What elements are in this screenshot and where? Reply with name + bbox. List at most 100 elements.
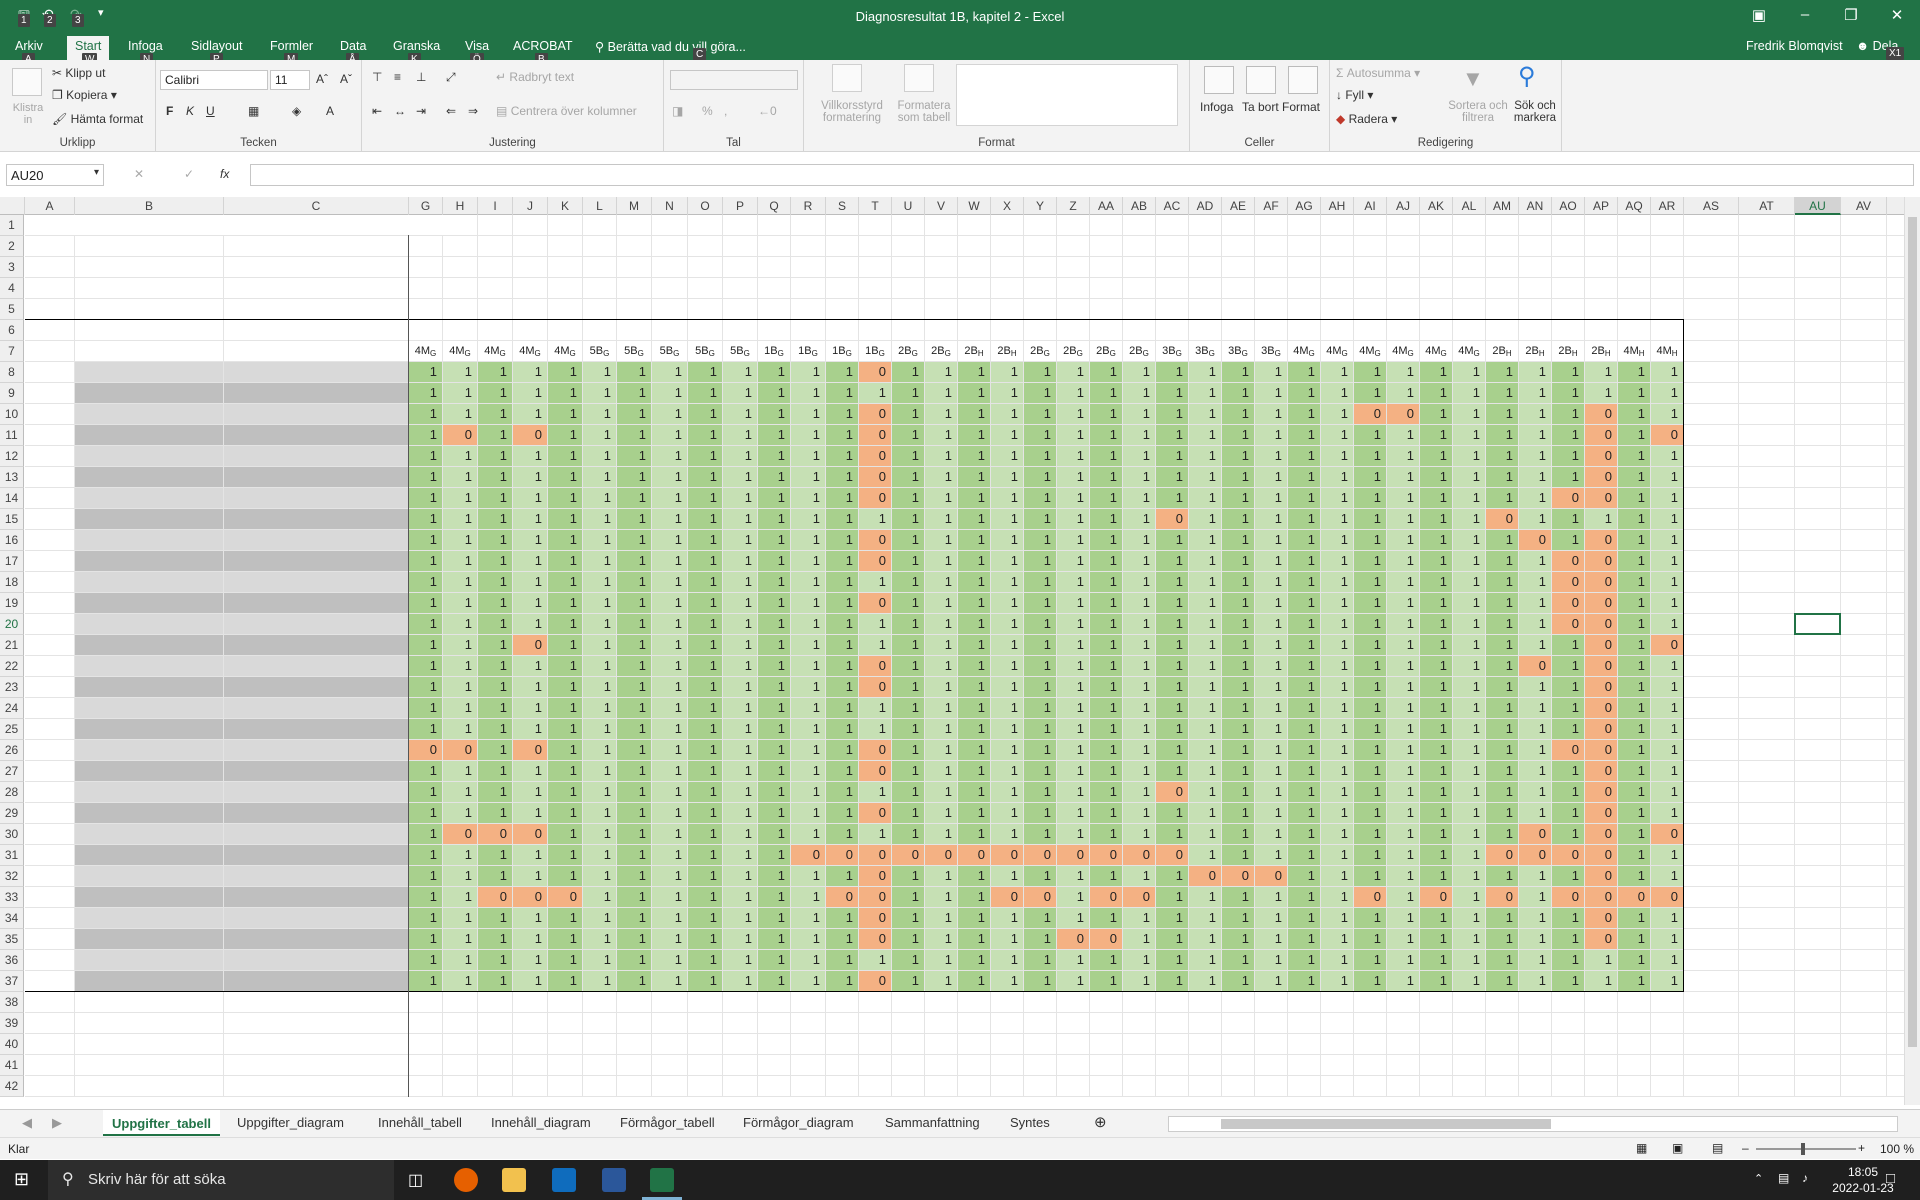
column-header[interactable]: AM (1486, 197, 1519, 215)
page-layout-icon[interactable]: ▣ (1672, 1141, 1683, 1155)
score-cell[interactable]: 0 (1123, 845, 1155, 865)
student-id[interactable] (25, 803, 74, 823)
score-cell[interactable]: 1 (1519, 887, 1551, 907)
score-cell[interactable]: 1 (1288, 572, 1320, 592)
column-header[interactable]: AC (1156, 197, 1189, 215)
score-cell[interactable]: 1 (1189, 971, 1221, 991)
score-cell[interactable]: 1 (409, 383, 442, 403)
score-cell[interactable]: 0 (1585, 719, 1617, 739)
student-name[interactable] (75, 656, 223, 676)
score-cell[interactable]: 1 (925, 908, 957, 928)
solve-rate[interactable] (583, 992, 616, 1012)
score-cell[interactable]: 1 (991, 551, 1023, 571)
score-cell[interactable]: 1 (1321, 740, 1353, 760)
column-header[interactable]: AL (1453, 197, 1486, 215)
score-cell[interactable]: 1 (548, 761, 582, 781)
score-cell[interactable]: 1 (1519, 572, 1551, 592)
score-cell[interactable]: 1 (583, 698, 616, 718)
score-cell[interactable]: 0 (1585, 446, 1617, 466)
score-cell[interactable]: 1 (688, 719, 722, 739)
score-cell[interactable]: 1 (1222, 824, 1254, 844)
task-criterion[interactable]: 2BG (892, 341, 924, 361)
formula-input[interactable] (250, 164, 1914, 186)
solve-rate[interactable] (1090, 992, 1122, 1012)
score-cell[interactable]: 1 (1651, 530, 1683, 550)
score-cell[interactable]: 0 (859, 971, 891, 991)
score-cell[interactable]: 1 (1255, 887, 1287, 907)
score-cell[interactable]: 1 (1387, 593, 1419, 613)
task-criterion[interactable]: 5BG (723, 341, 757, 361)
score-cell[interactable]: 1 (1651, 971, 1683, 991)
student-id[interactable] (25, 782, 74, 802)
score-cell[interactable]: 1 (958, 614, 990, 634)
score-cell[interactable]: 1 (1222, 971, 1254, 991)
score-cell[interactable]: 1 (1519, 761, 1551, 781)
score-cell[interactable]: 1 (583, 740, 616, 760)
score-cell[interactable]: 1 (1156, 803, 1188, 823)
score-cell[interactable]: 1 (1090, 698, 1122, 718)
score-cell[interactable]: 1 (1222, 488, 1254, 508)
score-cell[interactable]: 1 (991, 404, 1023, 424)
score-cell[interactable]: 1 (617, 698, 651, 718)
score-cell[interactable]: 1 (1486, 488, 1518, 508)
score-cell[interactable]: 1 (1288, 488, 1320, 508)
score-cell[interactable]: 1 (1123, 803, 1155, 823)
score-cell[interactable]: 1 (1255, 593, 1287, 613)
score-cell[interactable]: 1 (1519, 677, 1551, 697)
score-cell[interactable]: 1 (1288, 950, 1320, 970)
close-button[interactable]: ✕ (1882, 6, 1912, 24)
score-cell[interactable]: 1 (723, 866, 757, 886)
row-header[interactable]: 33 (0, 887, 24, 908)
score-cell[interactable]: 1 (758, 572, 790, 592)
score-cell[interactable]: 1 (583, 908, 616, 928)
task-criterion[interactable]: 5BG (652, 341, 687, 361)
score-cell[interactable]: 1 (513, 509, 547, 529)
score-cell[interactable]: 1 (1552, 929, 1584, 949)
score-cell[interactable]: 1 (1453, 782, 1485, 802)
score-cell[interactable]: 1 (925, 383, 957, 403)
score-cell[interactable]: 1 (1288, 845, 1320, 865)
score-cell[interactable]: 1 (1486, 824, 1518, 844)
score-cell[interactable]: 1 (548, 950, 582, 970)
row-header[interactable]: 19 (0, 593, 24, 614)
score-cell[interactable]: 1 (548, 446, 582, 466)
score-cell[interactable]: 0 (859, 677, 891, 697)
student-name[interactable] (75, 950, 223, 970)
sheet-tab-innehall-diagram[interactable]: Innehåll_diagram (491, 1115, 591, 1130)
score-cell[interactable]: 0 (1090, 845, 1122, 865)
score-cell[interactable]: 1 (1255, 383, 1287, 403)
score-cell[interactable]: 1 (723, 782, 757, 802)
score-cell[interactable]: 1 (958, 698, 990, 718)
score-cell[interactable]: 1 (958, 803, 990, 823)
score-cell[interactable]: 1 (478, 572, 512, 592)
score-cell[interactable]: 1 (892, 950, 924, 970)
score-cell[interactable]: 0 (1552, 845, 1584, 865)
score-cell[interactable]: 1 (1651, 362, 1683, 382)
score-cell[interactable]: 1 (925, 572, 957, 592)
score-cell[interactable]: 1 (1486, 803, 1518, 823)
score-cell[interactable]: 1 (1057, 698, 1089, 718)
score-cell[interactable]: 1 (1651, 488, 1683, 508)
score-cell[interactable]: 1 (1189, 614, 1221, 634)
score-cell[interactable]: 1 (758, 845, 790, 865)
score-cell[interactable]: 1 (1090, 446, 1122, 466)
align-top-icon[interactable]: ⊤ (372, 70, 382, 84)
score-cell[interactable]: 1 (652, 803, 687, 823)
sheet-tab-sammanfattning[interactable]: Sammanfattning (885, 1115, 980, 1130)
score-cell[interactable]: 1 (1420, 929, 1452, 949)
score-cell[interactable]: 1 (443, 635, 477, 655)
student-name[interactable] (75, 971, 223, 991)
score-cell[interactable]: 1 (1024, 761, 1056, 781)
score-cell[interactable]: 1 (1486, 698, 1518, 718)
column-header[interactable]: B (75, 197, 224, 215)
score-cell[interactable]: 1 (758, 383, 790, 403)
student-id[interactable] (25, 887, 74, 907)
score-cell[interactable]: 1 (1321, 572, 1353, 592)
row-header[interactable]: 3 (0, 257, 24, 278)
solve-rate[interactable] (1585, 992, 1617, 1012)
format-cells-button[interactable]: Format (1282, 100, 1320, 114)
score-cell[interactable]: 0 (1057, 929, 1089, 949)
score-cell[interactable]: 1 (478, 929, 512, 949)
score-cell[interactable]: 1 (826, 677, 858, 697)
sheet-tab-formagor-diagram[interactable]: Förmågor_diagram (743, 1115, 854, 1130)
